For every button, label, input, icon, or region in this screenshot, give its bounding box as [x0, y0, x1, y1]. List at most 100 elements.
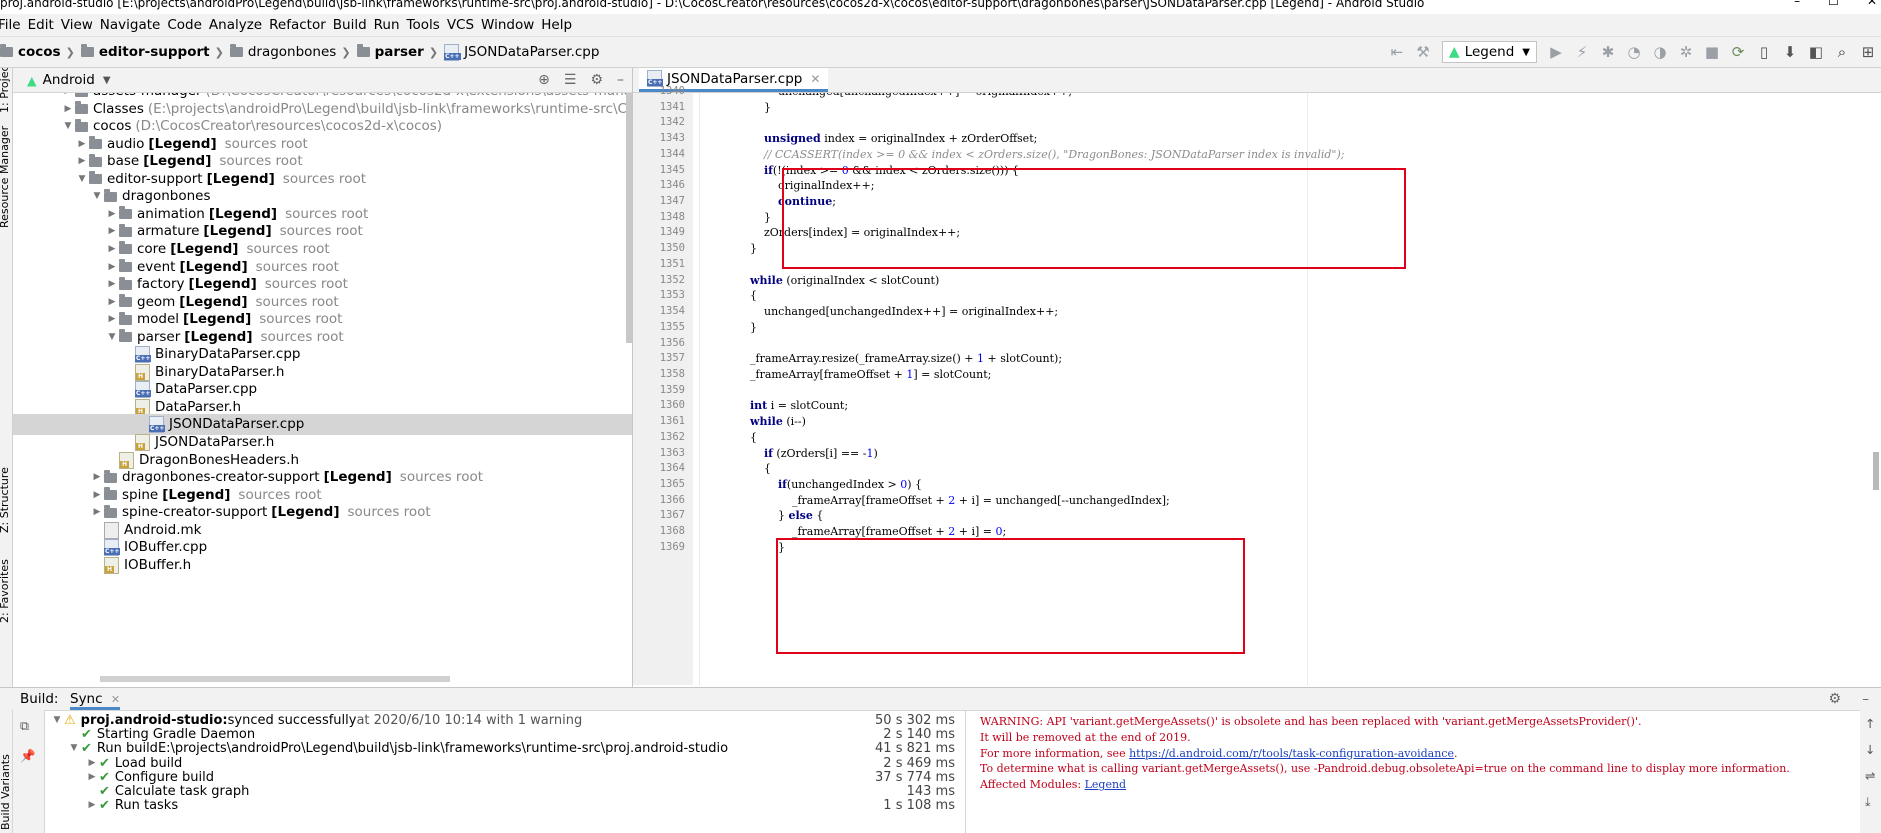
debug-icon[interactable]: ✱ — [1595, 43, 1621, 61]
gear-icon[interactable]: ⚙ — [590, 72, 603, 88]
menu-item-view[interactable]: View — [61, 17, 100, 33]
line-number: 1363 — [659, 446, 685, 459]
code-token: else — [788, 509, 813, 523]
resource-manager-tool-tab[interactable]: Resource Manager — [0, 126, 11, 228]
expand-down-icon[interactable]: ▼ — [90, 186, 104, 207]
folder-icon — [89, 153, 102, 167]
soft-wrap-icon[interactable]: ⇌ — [1865, 768, 1875, 783]
apply-changes-icon[interactable]: ⚡ — [1569, 43, 1595, 61]
expand-down-icon[interactable]: ▼ — [67, 740, 81, 757]
chevron-down-icon: ▼ — [1522, 46, 1530, 58]
tab-sync[interactable]: Sync ✕ — [70, 688, 121, 710]
code-line: _frameArray[frameOffset + 2 + i] = 0; — [750, 525, 1006, 538]
menu-item-navigate[interactable]: Navigate — [100, 17, 168, 33]
search-icon[interactable]: ⌕ — [1829, 43, 1855, 61]
menu-item-run[interactable]: Run — [374, 17, 407, 33]
menu-item-refactor[interactable]: Refactor — [269, 17, 333, 33]
project-view-select[interactable]: Android — [43, 72, 95, 88]
breadcrumb-item[interactable]: parser — [356, 44, 424, 60]
expand-down-icon[interactable]: ▼ — [61, 116, 75, 137]
menu-item-edit[interactable]: Edit — [28, 17, 61, 33]
profile-icon[interactable]: ◔ — [1621, 43, 1647, 61]
sync-gradle-icon[interactable]: ⟳ — [1725, 43, 1751, 61]
expand-down-icon[interactable]: ▼ — [75, 169, 89, 190]
hide-panel-icon[interactable]: – — [1862, 688, 1869, 710]
console-link[interactable]: Legend — [1085, 778, 1127, 791]
cpp-file-icon — [444, 43, 461, 61]
scroll-to-end-icon[interactable]: ⤓ — [1865, 794, 1871, 810]
line-number: 1368 — [659, 525, 685, 538]
menu-item-vcs[interactable]: VCS — [447, 17, 481, 33]
hammer-icon[interactable]: ⚒ — [1410, 43, 1436, 61]
tab-label: JSONDataParser.cpp — [667, 70, 803, 87]
console-link[interactable]: https://d.android.com/r/tools/task-confi… — [1129, 747, 1454, 760]
menu-item-build[interactable]: Build — [333, 17, 374, 33]
code-token: unchanged[unchangedIndex++] = originalIn… — [750, 305, 1059, 319]
line-number: 1354 — [659, 305, 685, 318]
line-number: 1341 — [659, 100, 685, 113]
tree-item-selected[interactable]: JSONDataParser.cpp — [13, 414, 632, 436]
favorites-tool-tab[interactable]: 2: Favorites — [0, 559, 11, 623]
project-tool-tab[interactable]: 1: Project — [0, 68, 11, 113]
code-token: unsigned — [764, 132, 821, 146]
breadcrumb-item[interactable]: cocos — [0, 44, 61, 60]
build-item[interactable]: ▶ ✔ Run tasks 1 s 108 ms — [85, 797, 960, 814]
menu-item-analyze[interactable]: Analyze — [209, 17, 269, 33]
stop-icon[interactable]: ■ — [1699, 43, 1725, 61]
console-text: It will be removed at the end of 2019. — [980, 730, 1191, 744]
locate-icon[interactable]: ⊕ — [538, 72, 550, 88]
editor-scrollbar[interactable] — [1873, 452, 1879, 490]
breadcrumb-item[interactable]: editor-support — [80, 44, 210, 60]
tree-item-module-tag: [Legend] — [323, 469, 392, 486]
overflow-icon[interactable]: ⊞ — [1855, 43, 1881, 61]
console-text: To determine what is calling variant.get… — [980, 762, 1790, 776]
highlight-box — [782, 168, 1406, 269]
hide-panel-icon[interactable]: – — [617, 72, 624, 88]
structure-tool-tab[interactable]: Z: Structure — [0, 467, 11, 533]
breadcrumb-item[interactable]: JSONDataParser.cpp — [444, 43, 599, 61]
run-config-select[interactable]: ▲ Legend ▼ — [1441, 41, 1537, 63]
toggle-view-icon[interactable]: ⧉ — [20, 718, 29, 734]
line-number: 1347 — [659, 195, 685, 208]
code-line: { — [750, 289, 757, 302]
tree-item[interactable]: IOBuffer.h — [90, 555, 195, 576]
expand-right-icon[interactable]: ▶ — [85, 797, 99, 814]
close-icon[interactable]: ✕ — [111, 693, 120, 706]
sdk-manager-icon[interactable]: ⬇ — [1777, 43, 1803, 61]
coverage-icon[interactable]: ◑ — [1647, 43, 1673, 61]
line-number: 1343 — [659, 132, 685, 145]
tree-item-path: sources root — [282, 170, 367, 187]
folder-icon — [119, 259, 132, 272]
close-icon[interactable]: ✕ — [810, 72, 820, 86]
menu-item-window[interactable]: Window — [481, 17, 541, 33]
run-icon[interactable]: ▶ — [1543, 43, 1569, 61]
folder-icon — [0, 44, 13, 57]
build-console[interactable]: WARNING: API 'variant.getMergeAssets()' … — [980, 710, 1850, 833]
minimize-button[interactable]: – — [1794, 0, 1800, 7]
attach-debugger-icon[interactable]: ✲ — [1673, 43, 1699, 61]
menu-item-file[interactable]: File — [0, 17, 28, 33]
chevron-down-icon[interactable]: ▼ — [103, 75, 111, 86]
expand-down-icon[interactable]: ▼ — [50, 712, 64, 729]
close-button[interactable]: ✕ — [1867, 0, 1877, 7]
folder-icon — [104, 487, 117, 501]
breadcrumb-item[interactable]: dragonbones — [229, 44, 336, 60]
menu-item-tools[interactable]: Tools — [407, 17, 447, 33]
avd-manager-icon[interactable]: ▯ — [1751, 43, 1777, 61]
device-manager-icon[interactable]: ◧ — [1803, 43, 1829, 61]
code-token: 1 — [976, 352, 984, 366]
line-number: 1360 — [659, 399, 685, 412]
arrow-up-icon[interactable]: ↑ — [1865, 716, 1875, 731]
menu-item-code[interactable]: Code — [167, 17, 209, 33]
maximize-button[interactable]: ☐ — [1828, 0, 1839, 7]
expand-down-icon[interactable]: ▼ — [105, 327, 119, 348]
menu-item-help[interactable]: Help — [541, 17, 579, 33]
tree-horizontal-scrollbar[interactable] — [100, 676, 450, 682]
pin-icon[interactable]: 📌 — [20, 748, 36, 764]
back-icon[interactable]: ⇤ — [1384, 43, 1410, 61]
gear-icon[interactable]: ⚙ — [1828, 688, 1841, 710]
collapse-all-icon[interactable]: ☰ — [564, 72, 577, 88]
build-variants-tool-tab[interactable]: Build Variants — [0, 754, 12, 830]
arrow-down-icon[interactable]: ↓ — [1865, 742, 1875, 757]
build-divider[interactable] — [965, 710, 966, 833]
